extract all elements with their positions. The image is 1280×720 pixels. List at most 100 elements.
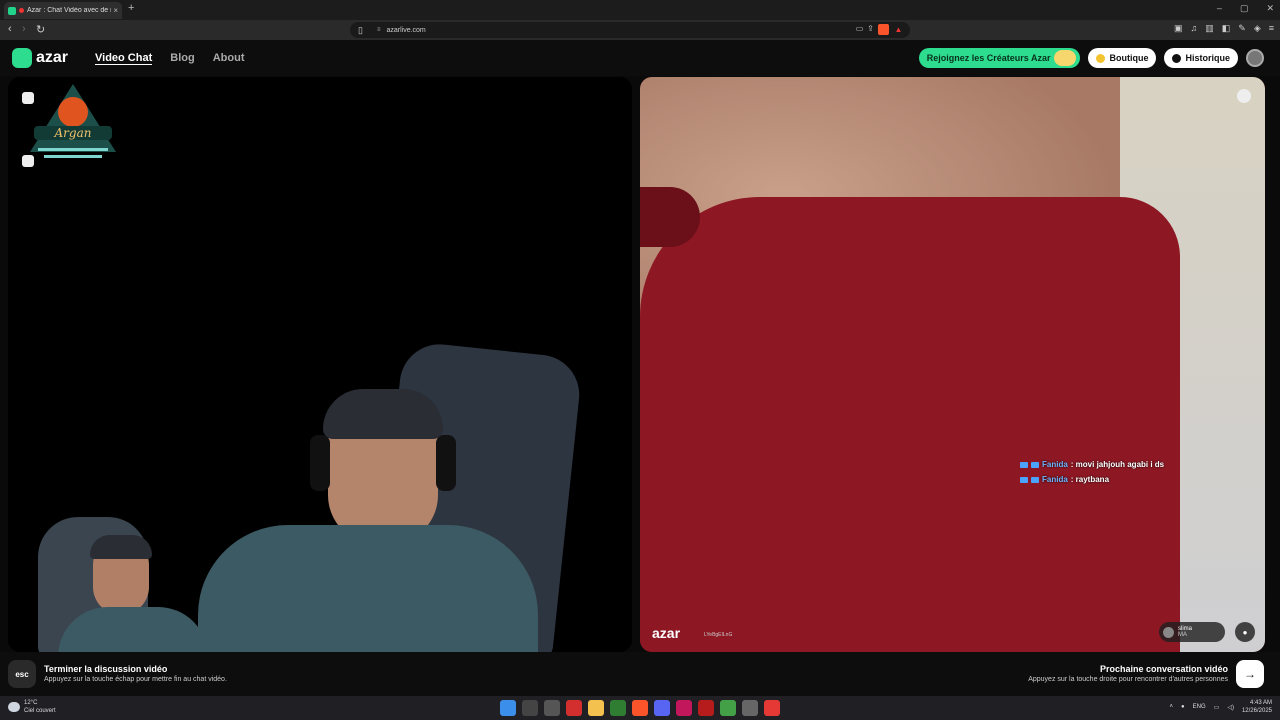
browser-tab-bar: Azar : Chat Vidéo avec de no × + – ▢ ✕ (0, 0, 1280, 20)
site-info-icon[interactable]: ≡ (377, 27, 381, 33)
profile-avatar[interactable] (1246, 49, 1264, 67)
remote-video: Fanida : movi jahjouh agabi i ds Fanida … (640, 77, 1265, 652)
app-green-icon[interactable] (720, 700, 736, 716)
history-label: Historique (1185, 53, 1230, 63)
address-bar[interactable]: ▯ ≡ azarlive.com ▭ ⇪ ▲ (350, 22, 910, 38)
nav-video-chat[interactable]: Video Chat (95, 52, 153, 65)
new-tab-button[interactable]: + (128, 2, 134, 14)
window-controls: – ▢ ✕ (1217, 3, 1274, 14)
maximize-icon[interactable]: ▢ (1240, 3, 1249, 14)
tab-close-icon[interactable]: × (113, 6, 118, 15)
badge-icon (1020, 461, 1028, 468)
wallet-icon[interactable]: ◧ (1222, 23, 1231, 34)
chat-message: Fanida : raytbana (1020, 475, 1164, 484)
badge-icon (1020, 476, 1028, 483)
partner-chip[interactable]: slima MA (1159, 622, 1225, 642)
message-text: : raytbana (1070, 475, 1110, 484)
creators-decoration-icon (1054, 50, 1077, 66)
clock-time: 4:43 AM (1249, 700, 1272, 706)
language-indicator[interactable]: ENG (1193, 704, 1206, 710)
clock-icon (1172, 53, 1182, 63)
recording-icon (19, 8, 24, 13)
brave-rewards-icon[interactable]: ▲ (893, 24, 904, 35)
history-button[interactable]: Historique (1164, 48, 1238, 68)
close-window-icon[interactable]: ✕ (1266, 3, 1274, 14)
badge-icon (1031, 476, 1039, 483)
leo-icon[interactable]: ✎ (1238, 23, 1246, 34)
minimize-icon[interactable]: – (1217, 3, 1222, 14)
task-view-icon[interactable] (544, 700, 560, 716)
chat-overlay: Fanida : movi jahjouh agabi i ds Fanida … (1020, 460, 1164, 490)
nav-about[interactable]: About (213, 52, 245, 65)
app-recorder-icon[interactable] (764, 700, 780, 716)
next-chat-button[interactable]: → (1236, 660, 1264, 688)
discord-icon[interactable] (654, 700, 670, 716)
azar-favicon-icon (8, 6, 16, 15)
cast-icon[interactable]: ▭ (856, 24, 864, 35)
chat-bubble-icon: ● (1242, 627, 1248, 637)
cloud-icon (8, 702, 20, 712)
system-tray: ˄ ● ENG ▭ ◁) 4:43 AM 12/26/2025 (1170, 699, 1272, 715)
argan-logo: Argan (30, 84, 116, 158)
logo-text: azar (36, 49, 69, 66)
toolbar-right-icons: ▣ ♫ ▥ ◧ ✎ ◈ ≡ (1174, 23, 1274, 34)
forward-icon[interactable]: › (22, 23, 26, 35)
file-explorer-icon[interactable] (588, 700, 604, 716)
clock[interactable]: 4:43 AM 12/26/2025 (1242, 699, 1272, 715)
url-text: azarlive.com (386, 26, 426, 34)
browser-tab[interactable]: Azar : Chat Vidéo avec de no × (4, 2, 122, 19)
azar-logo-icon (12, 48, 32, 68)
app-red-icon[interactable] (566, 700, 582, 716)
mic-icon[interactable]: ● (1181, 704, 1185, 710)
report-icon[interactable] (1237, 89, 1251, 103)
media-icon[interactable]: ♫ (1190, 23, 1197, 34)
app-darkred-icon[interactable] (698, 700, 714, 716)
start-icon[interactable] (500, 700, 516, 716)
brave-icon[interactable] (632, 700, 648, 716)
brave-shield-icon[interactable] (878, 24, 889, 35)
app-pink-icon[interactable] (676, 700, 692, 716)
message-author: Fanida (1042, 475, 1068, 484)
shop-label: Boutique (1109, 53, 1149, 63)
next-chat-title: Prochaine conversation vidéo (1099, 664, 1228, 674)
menu-icon[interactable]: ≡ (1269, 23, 1274, 34)
watermark-id: LYeBgEILnG (704, 632, 733, 638)
azar-logo[interactable]: azar (12, 48, 68, 68)
search-icon[interactable] (522, 700, 538, 716)
taskbar: 12°C Ciel couvert ˄ ● ENG ▭ ◁) 4:43 AM 1… (0, 696, 1280, 720)
local-video: Argan (8, 77, 632, 652)
weather-widget[interactable]: 12°C Ciel couvert (8, 699, 56, 715)
next-chat-hint: Appuyez sur la touche droite pour rencon… (1028, 676, 1228, 683)
message-author: Fanida (1042, 460, 1068, 469)
partner-country: MA (1178, 632, 1187, 638)
browser-toolbar: ‹ › ↻ ▯ ≡ azarlive.com ▭ ⇪ ▲ ▣ ♫ ▥ ◧ ✎ ◈… (0, 20, 1280, 40)
badge-icon (1031, 461, 1039, 468)
sidebar-icon[interactable]: ▥ (1205, 23, 1214, 34)
app-gray-icon[interactable] (742, 700, 758, 716)
remote-lips (640, 187, 700, 247)
weather-desc: Ciel couvert (24, 708, 56, 714)
store-icon[interactable] (610, 700, 626, 716)
shop-button[interactable]: Boutique (1088, 48, 1157, 68)
app-header: azar Video Chat Blog About Rejoignez les… (0, 40, 1280, 76)
end-chat-title: Terminer la discussion vidéo (44, 664, 168, 674)
bookmark-icon[interactable]: ▯ (358, 25, 363, 36)
weather-temp: 12°C (24, 700, 38, 706)
end-chat-button[interactable]: esc (8, 660, 36, 688)
tray-chevron-icon[interactable]: ˄ (1170, 704, 1174, 710)
reload-icon[interactable]: ↻ (36, 23, 45, 36)
header-actions: Rejoignez les Créateurs Azar Boutique Hi… (918, 48, 1264, 68)
gem-icon (1096, 53, 1106, 63)
volume-icon[interactable]: ◁) (1227, 704, 1234, 711)
message-text: : movi jahjouh agabi i ds (1070, 460, 1165, 469)
azar-watermark: azar (652, 625, 681, 641)
creators-button[interactable]: Rejoignez les Créateurs Azar (918, 48, 1081, 68)
chat-button[interactable]: ● (1235, 622, 1255, 642)
extension-icon[interactable]: ▣ (1174, 23, 1183, 34)
share-icon[interactable]: ⇪ (867, 24, 874, 35)
partner-avatar (1163, 626, 1174, 638)
nav-blog[interactable]: Blog (170, 52, 194, 65)
network-icon[interactable]: ▭ (1214, 704, 1220, 711)
vpn-icon[interactable]: ◈ (1254, 23, 1261, 34)
back-icon[interactable]: ‹ (8, 23, 12, 35)
